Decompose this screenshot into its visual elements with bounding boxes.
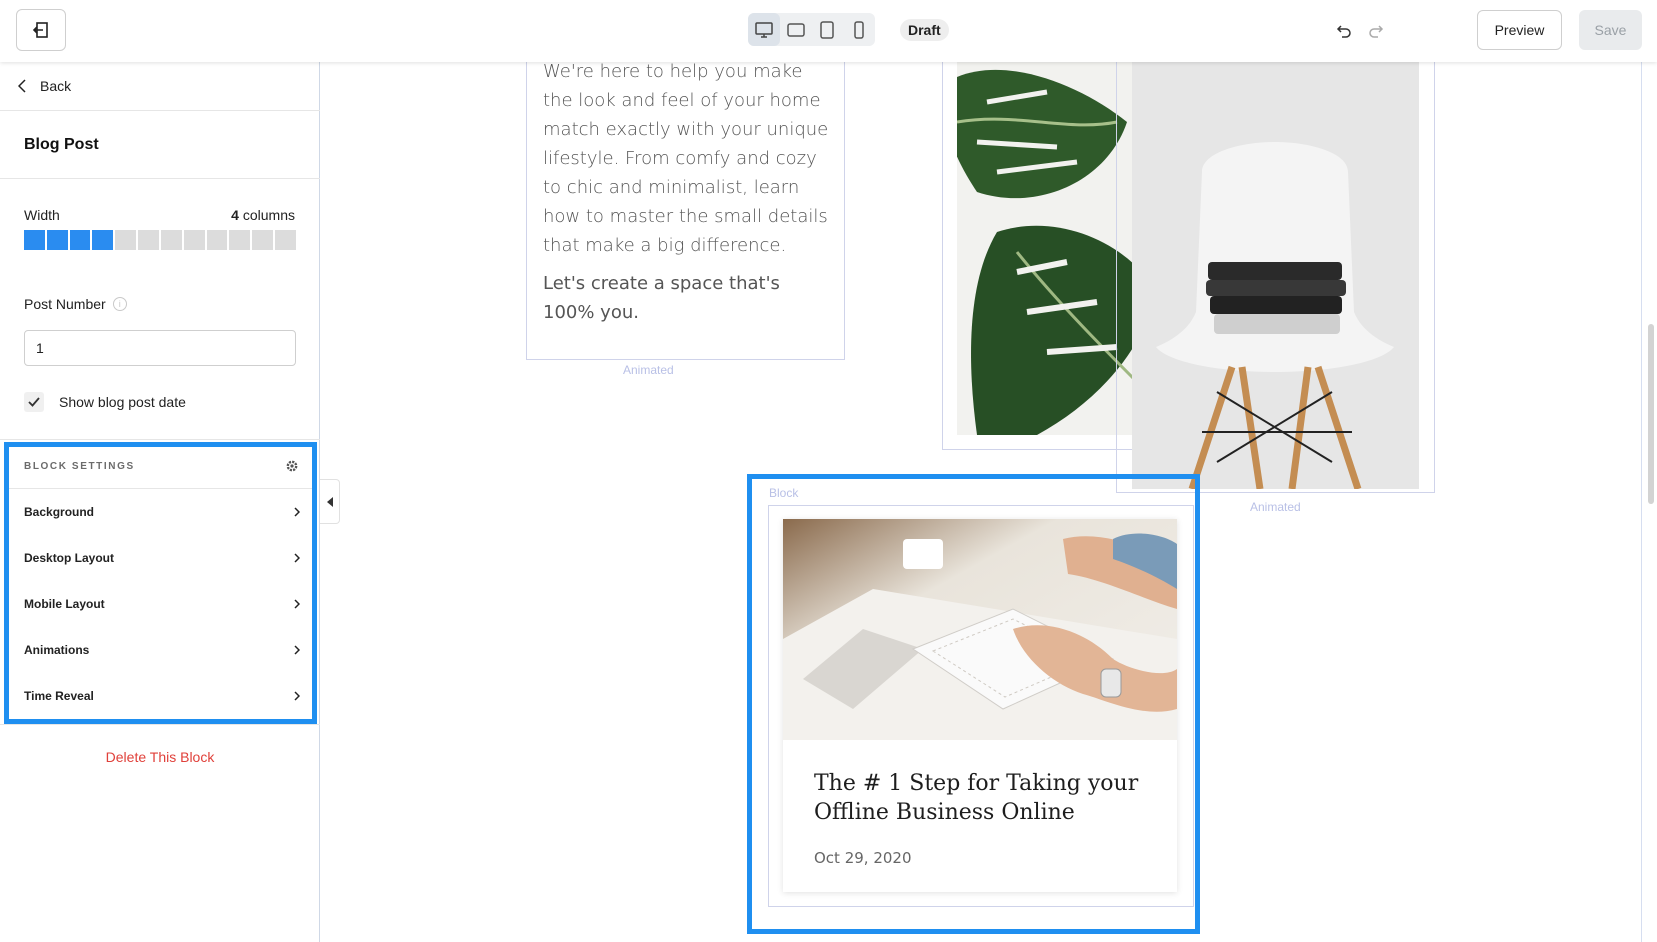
time-reveal-setting[interactable]: Time Reveal	[9, 673, 312, 719]
tablet-landscape-view-button[interactable]	[780, 13, 812, 46]
page-canvas: We're here to help you make the look and…	[320, 62, 1642, 942]
scrollbar-thumb[interactable]	[1648, 324, 1654, 504]
setting-label: Background	[24, 505, 95, 519]
post-number-label-text: Post Number	[24, 296, 106, 312]
setting-label: Animations	[24, 643, 90, 657]
post-number-label: Post Number i	[24, 296, 127, 312]
width-column-cell[interactable]	[160, 230, 182, 250]
status-badge: Draft	[900, 19, 949, 41]
width-columns-unit: columns	[238, 207, 295, 223]
chevron-left-icon	[18, 79, 26, 93]
preview-button[interactable]: Preview	[1477, 10, 1562, 50]
canvas-scrollbar[interactable]	[1645, 62, 1657, 942]
chevron-right-icon	[294, 507, 300, 517]
setting-label: Time Reveal	[24, 689, 94, 703]
show-date-checkbox[interactable]	[24, 392, 44, 412]
checkmark-icon	[28, 397, 40, 407]
width-value: 4 columns	[231, 207, 295, 223]
save-button[interactable]: Save	[1579, 10, 1642, 50]
desktop-view-button[interactable]	[748, 13, 780, 46]
width-label: Width	[24, 207, 60, 223]
top-toolbar: Draft Preview Save	[0, 0, 1657, 62]
back-button[interactable]: Back	[0, 62, 320, 111]
chevron-right-icon	[294, 691, 300, 701]
block-settings-title: BLOCK SETTINGS	[24, 461, 135, 472]
mobile-icon	[854, 20, 864, 39]
canvas-edge	[1641, 62, 1642, 942]
background-setting[interactable]: Background	[9, 489, 312, 535]
text-block[interactable]: We're here to help you make the look and…	[526, 62, 845, 360]
blog-post-image[interactable]	[783, 519, 1177, 740]
width-column-cell[interactable]	[92, 230, 114, 250]
redo-icon	[1369, 25, 1384, 38]
width-column-cell[interactable]	[206, 230, 228, 250]
tablet-landscape-icon	[786, 22, 805, 37]
block-settings-header: BLOCK SETTINGS	[9, 447, 312, 489]
show-date-row[interactable]: Show blog post date	[24, 392, 186, 412]
tablet-portrait-icon	[820, 20, 835, 39]
chair-image[interactable]	[1132, 62, 1419, 489]
width-column-cell[interactable]	[69, 230, 91, 250]
setting-label: Desktop Layout	[24, 551, 115, 565]
gear-icon[interactable]	[285, 459, 299, 473]
mobile-layout-setting[interactable]: Mobile Layout	[9, 581, 312, 627]
width-column-cell[interactable]	[138, 230, 159, 250]
desktop-icon	[755, 21, 773, 38]
width-column-cell[interactable]	[183, 230, 205, 250]
info-icon[interactable]: i	[112, 297, 127, 311]
back-label: Back	[40, 78, 72, 94]
chevron-right-icon	[294, 553, 300, 563]
text-block-paragraph: We're here to help you make the look and…	[543, 62, 829, 256]
device-switcher	[748, 13, 875, 46]
text-block-paragraph: Let's create a space that's 100% you.	[543, 273, 780, 323]
setting-label: Mobile Layout	[24, 597, 105, 611]
exit-editor-button[interactable]	[16, 9, 66, 51]
keyboard-hands-illustration	[783, 519, 1177, 740]
width-columns-count: 4	[231, 207, 239, 223]
animated-label: Animated	[1250, 500, 1301, 514]
blog-post-card[interactable]: The # 1 Step for Taking your Offline Bus…	[783, 519, 1177, 892]
width-column-cell[interactable]	[46, 230, 68, 250]
blog-post-title[interactable]: The # 1 Step for Taking your Offline Bus…	[814, 769, 1154, 827]
width-column-cell[interactable]	[252, 230, 274, 250]
width-column-cell[interactable]	[275, 230, 296, 250]
divider	[0, 178, 320, 179]
width-column-cell[interactable]	[115, 230, 137, 250]
chevron-right-icon	[294, 599, 300, 609]
collapse-sidebar-button[interactable]	[320, 479, 340, 524]
mobile-view-button[interactable]	[843, 13, 875, 46]
block-settings-panel: BLOCK SETTINGS Background Desktop Layout…	[4, 442, 317, 724]
width-column-cell[interactable]	[229, 230, 251, 250]
animations-setting[interactable]: Animations	[9, 627, 312, 673]
chair-illustration	[1132, 62, 1419, 489]
show-date-label: Show blog post date	[59, 394, 186, 410]
blog-post-date: Oct 29, 2020	[814, 849, 912, 867]
width-column-selector[interactable]	[24, 230, 296, 250]
divider	[0, 439, 320, 440]
delete-block-button[interactable]: Delete This Block	[0, 749, 320, 765]
desktop-layout-setting[interactable]: Desktop Layout	[9, 535, 312, 581]
animated-label: Animated	[623, 363, 674, 377]
panel-title: Blog Post	[24, 136, 99, 153]
tablet-portrait-view-button[interactable]	[812, 13, 844, 46]
caret-left-icon	[326, 496, 333, 507]
chevron-right-icon	[294, 645, 300, 655]
undo-button[interactable]	[1333, 20, 1355, 42]
post-number-input[interactable]	[24, 330, 296, 366]
exit-icon	[32, 22, 48, 38]
block-editor-sidebar: Back Blog Post Width 4 columns Post Numb…	[0, 62, 320, 942]
width-column-cell[interactable]	[24, 230, 45, 250]
redo-button[interactable]	[1365, 20, 1387, 42]
divider	[0, 724, 320, 725]
undo-icon	[1336, 25, 1351, 38]
block-label: Block	[769, 486, 799, 500]
